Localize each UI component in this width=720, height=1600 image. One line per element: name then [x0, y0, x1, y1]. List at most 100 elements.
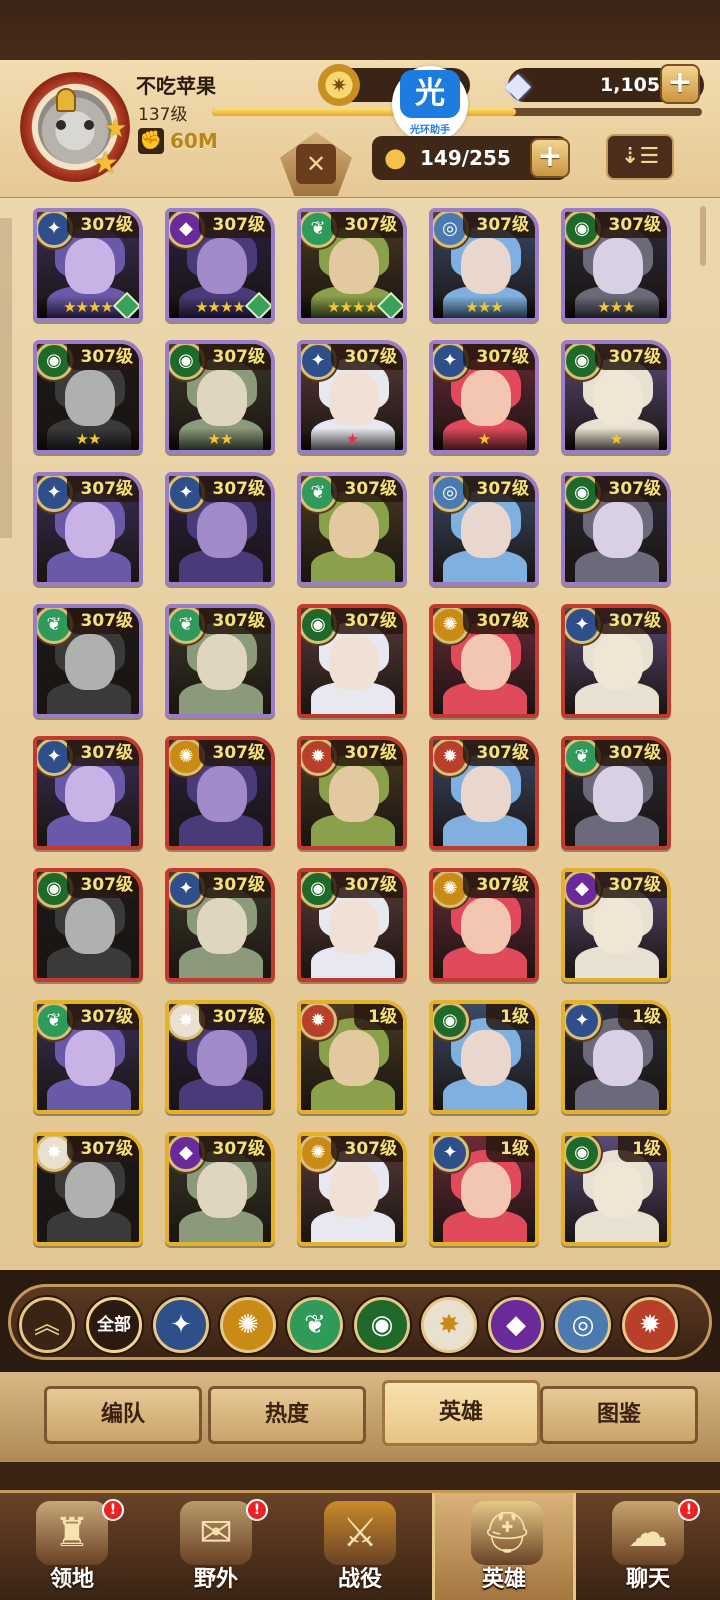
nav-campaign[interactable]: ⚔ 战役 — [288, 1493, 432, 1600]
hero-level: 307级 — [66, 1136, 139, 1162]
hero-face — [461, 370, 511, 426]
hero-card[interactable]: ◉ 307级 ★★★ — [561, 208, 671, 322]
hero-level: 307级 — [462, 740, 535, 766]
hero-card[interactable]: ✺ 307级 — [429, 604, 539, 718]
tab-formation[interactable]: 编队 — [44, 1386, 202, 1444]
hero-card[interactable]: ✦ 307级 — [33, 472, 143, 586]
notification-badge: ! — [246, 1499, 268, 1521]
hero-card[interactable]: ✺ 307级 — [297, 1132, 407, 1246]
hero-face — [329, 238, 379, 294]
hero-card[interactable]: ✹ 307级 — [429, 736, 539, 850]
hero-face — [329, 898, 379, 954]
hero-card[interactable]: ❦ 307级 — [561, 736, 671, 850]
hero-card[interactable]: ❦ 307级 — [165, 604, 275, 718]
sort-button[interactable]: ⇣☰ — [606, 134, 674, 180]
hero-card[interactable]: ◎ 307级 — [429, 472, 539, 586]
castle-icon: ♜ — [36, 1501, 108, 1565]
nav-chat[interactable]: ☁ 聊天! — [576, 1493, 720, 1600]
hero-level: 307级 — [66, 212, 139, 238]
nav-label: 聊天 — [625, 1567, 670, 1592]
hero-level: 307级 — [66, 344, 139, 370]
hero-card[interactable]: ◆ 307级 ★★★★ — [165, 208, 275, 322]
hero-level: 1级 — [354, 1004, 403, 1030]
hero-grid: ✦ 307级 ★★★★ ◆ 307级 ★★★★ ❦ 307级 ★★★★ ◎ 307级 ★★★ ◉ 307级… — [0, 198, 720, 1270]
hero-card[interactable]: ◉ 307级 ★ — [561, 340, 671, 454]
hero-level: 307级 — [330, 608, 403, 634]
hero-card[interactable]: ✦ 307级 ★ — [429, 340, 539, 454]
tab-heroes[interactable]: 英雄 — [382, 1380, 540, 1446]
hero-face — [197, 502, 247, 558]
faction-filter-bar: ︽ 全部 ✦ ✺ ❦ ◉ ✸ ◆ ◎ ✹ — [8, 1284, 712, 1360]
tab-codex[interactable]: 图鉴 — [540, 1386, 698, 1444]
nav-territory[interactable]: ♜ 领地! — [0, 1493, 144, 1600]
hero-level: 307级 — [198, 608, 271, 634]
hero-face — [197, 766, 247, 822]
hero-level: 307级 — [198, 476, 271, 502]
hero-card[interactable]: ◉ 307级 — [297, 868, 407, 982]
fire-faction-icon[interactable]: ✺ — [220, 1297, 276, 1353]
hero-card[interactable]: ◉ 1级 — [429, 1000, 539, 1114]
hero-card[interactable]: ◉ 307级 ★★ — [33, 340, 143, 454]
hero-face — [329, 1030, 379, 1086]
dark-faction-icon[interactable]: ◆ — [488, 1297, 544, 1353]
chevron-up-icon[interactable]: ︽ — [19, 1297, 75, 1353]
hero-card[interactable]: ◆ 307级 — [561, 868, 671, 982]
power-value: 60M — [170, 129, 218, 153]
hero-card[interactable]: ❦ 307级 — [33, 604, 143, 718]
hero-card[interactable]: ✦ 307级 — [165, 472, 275, 586]
hero-card[interactable]: ✸ 307级 — [33, 1132, 143, 1246]
hero-card[interactable]: ✦ 307级 ★★★★ — [33, 208, 143, 322]
celestial-faction-icon[interactable]: ✸ — [421, 1297, 477, 1353]
hero-card[interactable]: ◉ 307级 — [297, 604, 407, 718]
hero-face — [593, 766, 643, 822]
tech-faction-icon[interactable]: ◎ — [555, 1297, 611, 1353]
scrollbar[interactable] — [700, 206, 706, 266]
light-faction-icon[interactable]: ✦ — [153, 1297, 209, 1353]
hero-card[interactable]: ✦ 307级 ★ — [297, 340, 407, 454]
hero-card[interactable]: ◉ 1级 — [561, 1132, 671, 1246]
hero-face — [197, 1030, 247, 1086]
watermark-label: 光环助手 — [410, 125, 450, 136]
watermark-badge: 光 光环助手 — [392, 66, 468, 142]
nav-field[interactable]: ✉ 野外! — [144, 1493, 288, 1600]
hero-face — [461, 766, 511, 822]
hero-card[interactable]: ✹ 1级 — [297, 1000, 407, 1114]
hero-level: 307级 — [198, 212, 271, 238]
hero-face — [197, 238, 247, 294]
filter-all-button[interactable]: 全部 — [86, 1297, 142, 1353]
wild-faction-icon[interactable]: ◉ — [354, 1297, 410, 1353]
hero-card[interactable]: ❦ 307级 ★★★★ — [297, 208, 407, 322]
hero-card[interactable]: ✦ 307级 — [165, 868, 275, 982]
hero-card[interactable]: ◉ 307级 — [33, 868, 143, 982]
hero-stars: ★★★ — [565, 296, 667, 318]
flame-faction-icon[interactable]: ✹ — [622, 1297, 678, 1353]
tab-heat[interactable]: 热度 — [208, 1386, 366, 1444]
hero-face — [65, 634, 115, 690]
hero-card[interactable]: ✸ 307级 — [165, 1000, 275, 1114]
hero-level: 307级 — [66, 1004, 139, 1030]
add-gems-button[interactable]: + — [660, 64, 700, 104]
player-avatar[interactable]: ★ ★ — [20, 72, 130, 182]
hero-card[interactable]: ✦ 1级 — [561, 1000, 671, 1114]
hero-card[interactable]: ◆ 307级 — [165, 1132, 275, 1246]
hero-card[interactable]: ✦ 1级 — [429, 1132, 539, 1246]
hero-card[interactable]: ✦ 307级 — [33, 736, 143, 850]
star-icon: ★ — [104, 114, 128, 144]
hero-face — [65, 370, 115, 426]
hero-card[interactable]: ✦ 307级 — [561, 604, 671, 718]
player-name: 不吃苹果 — [136, 74, 216, 98]
forest-faction-icon[interactable]: ❦ — [287, 1297, 343, 1353]
expand-roster-button[interactable]: + — [530, 138, 570, 178]
hero-card[interactable]: ❦ 307级 — [297, 472, 407, 586]
hero-card[interactable]: ◉ 307级 — [561, 472, 671, 586]
hero-card[interactable]: ◉ 307级 ★★ — [165, 340, 275, 454]
hero-card[interactable]: ✺ 307级 — [429, 868, 539, 982]
hero-face — [593, 1162, 643, 1218]
hero-card[interactable]: ◎ 307级 ★★★ — [429, 208, 539, 322]
nav-heroes[interactable]: ⛑ 英雄 — [432, 1493, 576, 1600]
hero-card[interactable]: ✹ 307级 — [297, 736, 407, 850]
hero-card[interactable]: ❦ 307级 — [33, 1000, 143, 1114]
hero-face — [593, 238, 643, 294]
hero-card[interactable]: ✺ 307级 — [165, 736, 275, 850]
hero-face — [461, 1162, 511, 1218]
